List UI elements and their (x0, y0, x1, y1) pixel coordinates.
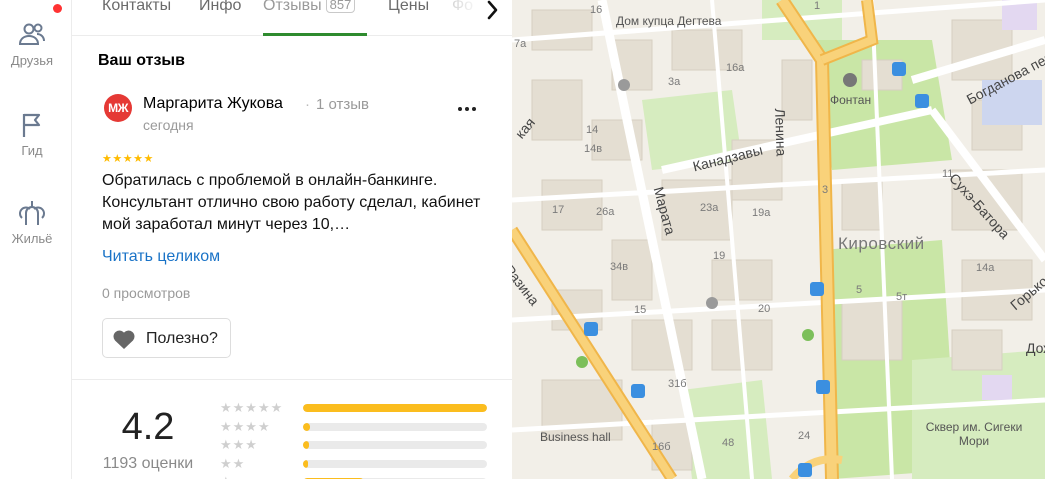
house-number: 19 (713, 250, 726, 262)
rail-item-label: Гид (21, 143, 43, 158)
rating-distribution-row: ★ (220, 474, 490, 479)
map-canvas[interactable] (512, 0, 1045, 479)
distribution-stars: ★★ (220, 455, 246, 471)
distribution-bar-fill (303, 441, 309, 449)
house-number: 3 (822, 184, 829, 196)
house-number: 15 (634, 304, 647, 316)
avatar[interactable]: МЖ (104, 94, 132, 122)
friends-icon (18, 23, 45, 45)
author-name[interactable]: Маргарита Жукова (143, 95, 283, 113)
house-number: 14в (584, 143, 603, 155)
map-label-fountain[interactable]: Фонтан (830, 93, 871, 107)
map-label-district: Кировский (838, 234, 925, 253)
read-more-link[interactable]: Читать целиком (102, 248, 220, 266)
notification-dot (53, 4, 62, 13)
reviews-count-badge: 857 (325, 0, 356, 13)
tab-reviews[interactable]: Отзывы 857 (263, 0, 356, 36)
distribution-stars: ★ (220, 474, 298, 479)
house-number: 14 (586, 124, 599, 136)
map-label-square[interactable]: Сквер им. Сигеки Мори (914, 420, 1034, 448)
useful-label: Полезно? (146, 330, 218, 347)
org-panel: Контакты Инфо Отзывы857 Цены Фо Ваш отзы… (72, 0, 512, 479)
useful-button[interactable]: Полезно? (102, 318, 231, 358)
author-review-count: 1 отзыв (305, 96, 369, 113)
housing-icon (19, 201, 45, 225)
house-number: 11 (942, 168, 954, 180)
house-number: 17 (552, 204, 565, 216)
distribution-stars: ★★★ (220, 437, 258, 452)
rating-value: 4.2 (121, 406, 175, 448)
house-number: 5 (856, 284, 863, 296)
house-number: 1 (814, 0, 821, 12)
street-label-dozh: Дож (1026, 340, 1045, 356)
review-date: сегодня (143, 117, 194, 133)
house-number: 3а (668, 76, 681, 88)
rating-distribution-row: ★★★★★ (220, 400, 490, 418)
divider (72, 379, 512, 380)
house-number: 48 (722, 437, 735, 449)
distribution-stars: ★★★★ (220, 418, 271, 434)
chevron-right-icon[interactable] (480, 0, 504, 22)
tab-info[interactable]: Инфо (199, 0, 241, 36)
flag-icon (22, 113, 41, 137)
house-number: 16б (652, 441, 671, 453)
street-label-lenina: Ленина (772, 108, 790, 157)
rail-item-housing[interactable]: Жильё (0, 198, 64, 246)
distribution-bar-fill (303, 404, 487, 412)
distribution-bar-track (303, 441, 487, 449)
rating-distribution-row: ★★★ (220, 437, 490, 455)
views-count: 0 просмотров (102, 285, 191, 301)
tab-fade (442, 0, 482, 30)
heart-icon (113, 330, 135, 349)
review-rating-stars: ★★★★★ (102, 153, 154, 165)
rail-item-friends[interactable]: Друзья (0, 20, 64, 68)
distribution-bar-track (303, 422, 487, 431)
house-number: 7а (514, 38, 527, 50)
map-label-business-hall[interactable]: Business hall (540, 430, 611, 444)
more-options-icon[interactable] (455, 98, 479, 120)
house-number: 24 (798, 430, 811, 442)
rail-item-label: Друзья (10, 53, 54, 68)
house-number: 34в (610, 261, 629, 273)
rail-item-guide[interactable]: Гид (0, 110, 64, 158)
distribution-bar-fill (303, 459, 308, 468)
building-highlight (982, 375, 1012, 400)
distribution-bar-fill (303, 422, 311, 431)
house-number: 5т (896, 291, 908, 303)
tab-label: Отзывы (263, 0, 322, 14)
map-label-house[interactable]: Дом купца Дегтева (616, 14, 721, 28)
house-number: 20 (758, 303, 771, 315)
distribution-bar-track (303, 404, 487, 412)
house-number: 26а (596, 206, 615, 218)
rating-count: 1193 оценки (102, 455, 194, 472)
section-title: Ваш отзыв (98, 52, 185, 69)
rail-item-label: Жильё (11, 231, 53, 246)
house-number: 31б (668, 378, 687, 390)
house-number: 16 (590, 4, 603, 16)
map[interactable]: Дом купца Дегтева Фонтан Кировский Busin… (512, 0, 1045, 479)
left-rail: Друзья Гид Жильё (0, 0, 72, 479)
tab-bar: Контакты Инфо Отзывы857 Цены Фо (72, 0, 512, 36)
house-number: 14а (976, 262, 995, 274)
house-number: 19а (752, 207, 771, 219)
distribution-stars: ★★★★★ (220, 400, 284, 415)
distribution-bar-track (303, 459, 487, 468)
tab-contacts[interactable]: Контакты (102, 0, 171, 36)
active-tab-indicator (263, 33, 367, 36)
rating-distribution-row: ★★★★ (220, 419, 490, 437)
house-number: 16а (726, 62, 745, 74)
review-text: Обратилась с проблемой в онлайн-банкинге… (102, 172, 481, 233)
house-number: 23а (700, 202, 719, 214)
tab-prices[interactable]: Цены (388, 0, 429, 36)
rating-distribution-row: ★★ (220, 456, 490, 474)
